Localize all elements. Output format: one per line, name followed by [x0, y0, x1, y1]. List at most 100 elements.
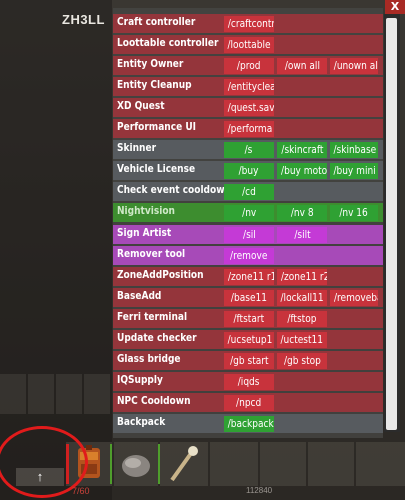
command-button-label: /craftcontr [227, 18, 274, 30]
plugin-label: Check event cooldowns [117, 184, 237, 197]
command-button[interactable]: /quest.sav [224, 100, 274, 117]
command-button[interactable]: /backpack [224, 415, 274, 432]
command-button[interactable]: /gb stop [277, 352, 327, 369]
command-button-label: /quest.sav [227, 102, 274, 115]
hotbar-slot-7[interactable] [356, 442, 405, 486]
command-button-label: /ftstart [233, 312, 265, 325]
command-button[interactable]: /buy motor [277, 163, 327, 180]
plugin-label: NPC Cooldown [117, 394, 191, 407]
plugin-label: Remover tool [117, 247, 186, 260]
command-button-label: /nv [241, 207, 257, 220]
command-button[interactable]: /iqds [224, 373, 274, 390]
command-button[interactable]: /ucsetup1 [224, 331, 274, 348]
command-button[interactable]: /gb start [224, 352, 274, 369]
command-button-label: /loottable [227, 39, 271, 52]
command-button-label: /skinbase [333, 144, 377, 157]
command-row: Loottable controller/loottable [113, 35, 383, 55]
plugin-label: Entity Cleanup [117, 79, 192, 92]
close-button[interactable]: X [385, 0, 405, 14]
command-button-label: /performa [227, 123, 273, 136]
command-button[interactable]: /silt [277, 226, 327, 243]
command-button[interactable]: /ftstart [224, 310, 274, 327]
plugin-label: ZoneAddPosition [117, 268, 204, 281]
command-button[interactable]: /skincraft [277, 142, 327, 159]
command-row: Backpack/backpack [113, 413, 383, 433]
command-button-label: /own all [284, 60, 320, 73]
plugin-label: Ferri terminal [117, 310, 188, 323]
player-name: ZH3LL [62, 12, 105, 27]
command-row: BaseAdd/base11/lockall11/removeba [113, 287, 383, 307]
command-button-label: /sil [242, 228, 256, 241]
command-button-label: /prod [237, 60, 261, 73]
command-button[interactable]: /lockall11 [277, 289, 327, 306]
command-button[interactable]: /skinbase [330, 142, 378, 159]
scrollbar-thumb[interactable] [386, 18, 397, 430]
command-button[interactable]: /unown all [330, 58, 378, 75]
command-button[interactable]: /nv 16 [330, 205, 378, 222]
hotbar-slot-6[interactable] [308, 442, 354, 486]
command-button-label: /backpack [227, 417, 274, 430]
command-button-label: /lockall11 [280, 291, 324, 304]
command-button[interactable]: /buy mini [330, 163, 378, 180]
belt-slot[interactable] [56, 374, 82, 414]
command-button-label: /s [245, 144, 253, 157]
command-button-label: /zone11 r2 [280, 270, 327, 283]
plugin-label: Performance UI [117, 121, 197, 134]
command-button-label: /remove [230, 249, 268, 262]
command-button[interactable]: /entityclea [224, 79, 274, 96]
command-button[interactable]: /npcd [224, 394, 274, 411]
command-button[interactable]: /removeba [330, 289, 378, 306]
command-button-label: /silt [293, 228, 311, 241]
command-button-label: /nv 8 [290, 207, 314, 220]
command-button-label: /cd [242, 186, 256, 199]
command-button[interactable]: /remove [224, 247, 274, 264]
command-button[interactable]: /own all [277, 58, 327, 75]
command-button-label: /ucsetup1 [227, 333, 273, 346]
command-button[interactable]: /uctest11 [277, 331, 327, 348]
hotbar-slot-4[interactable] [210, 442, 258, 486]
coord-readout: 112840 [246, 486, 273, 495]
plugin-label: Vehicle License [117, 163, 196, 176]
hotbar-slot-3[interactable] [160, 442, 208, 486]
slot-condition-bar [158, 444, 160, 484]
command-row: XD Quest/quest.sav [113, 98, 383, 118]
command-button-label: /ftstop [287, 312, 317, 325]
command-button-label: /nv 16 [339, 207, 369, 220]
plugin-label: IQSupply [117, 373, 163, 386]
hotbar-slot-5[interactable] [260, 442, 306, 486]
command-button-label: /gb start [229, 354, 269, 367]
command-button[interactable]: /ftstop [277, 310, 327, 327]
rock-icon [122, 455, 150, 477]
command-button[interactable]: /sil [224, 226, 274, 243]
item-count: 7/60 [72, 486, 90, 496]
command-row: IQSupply/iqds [113, 371, 383, 391]
command-list-panel: Craft controller/craftcontr Loottable con… [113, 8, 383, 438]
command-button[interactable]: /prod [224, 58, 274, 75]
belt-slot[interactable] [84, 374, 110, 414]
plugin-label: Skinner [117, 142, 157, 155]
command-button[interactable]: /s [224, 142, 274, 159]
command-row: Performance UI/performa [113, 119, 383, 139]
command-button[interactable]: /nv 8 [277, 205, 327, 222]
command-button[interactable]: /nv [224, 205, 274, 222]
command-row: Craft controller/craftcontr [113, 14, 383, 33]
command-button[interactable]: /buy [224, 163, 274, 180]
command-button-label: /buy motor [281, 165, 327, 178]
belt-slot[interactable] [28, 374, 54, 414]
command-button[interactable]: /performa [224, 121, 274, 138]
command-button[interactable]: /craftcontr [224, 16, 274, 32]
belt-slot[interactable] [0, 374, 26, 414]
command-button[interactable]: /cd [224, 184, 274, 201]
plugin-label: Backpack [117, 415, 166, 428]
command-button[interactable]: /loottable [224, 37, 274, 54]
command-row: Glass bridge/gb start/gb stop [113, 350, 383, 370]
plugin-label: Entity Owner [117, 58, 184, 71]
command-button-label: /buy mini [333, 165, 376, 178]
command-button-label: /uctest11 [280, 333, 324, 346]
slot-condition-bar [110, 444, 112, 484]
command-button[interactable]: /base11 [224, 289, 274, 306]
command-button[interactable]: /zone11 r2 [277, 268, 327, 285]
command-button[interactable]: /zone11 r1 [224, 268, 274, 285]
command-row: Ferri terminal/ftstart/ftstop [113, 308, 383, 328]
hotbar-slot-2[interactable] [114, 442, 158, 486]
